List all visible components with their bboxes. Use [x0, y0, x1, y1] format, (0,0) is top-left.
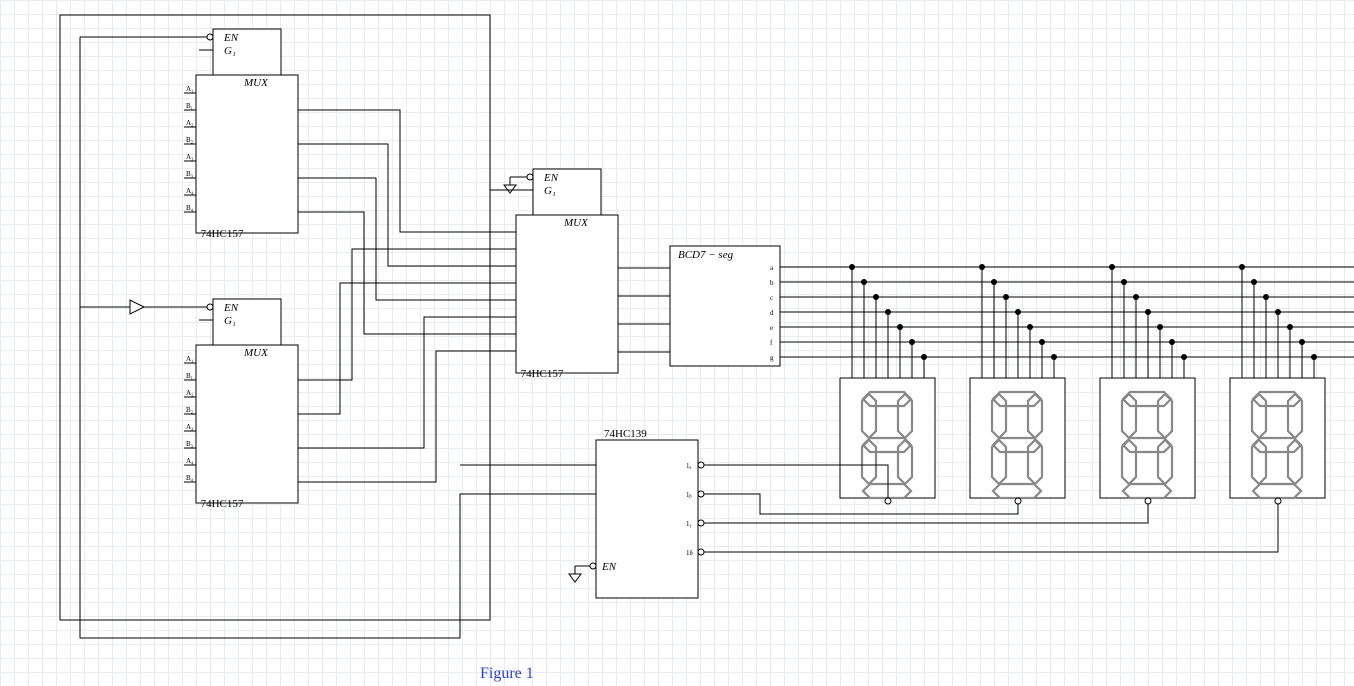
g1-label: G₁: [224, 45, 236, 57]
svg-text:g: g: [770, 354, 774, 362]
en-label: EN: [601, 561, 617, 573]
wires-mux-to-mux: [298, 110, 516, 482]
svg-text:1ᵧ: 1ᵧ: [686, 520, 692, 528]
mux-label: MUX: [563, 217, 589, 229]
part-label: 74HC139: [604, 428, 647, 440]
displays: [840, 378, 1325, 504]
mux1-pins: A₁ B₁ A₂ B₂ A₃ B₃ A₄ B₄: [184, 85, 196, 212]
svg-text:B₁: B₁: [186, 372, 193, 380]
display-2: [970, 378, 1065, 504]
buffer-icon: [130, 300, 144, 314]
figure-caption: Figure 1: [480, 665, 534, 682]
svg-text:B₄: B₄: [186, 474, 194, 482]
outer-nets: [60, 15, 584, 638]
svg-text:B₄: B₄: [186, 204, 194, 212]
g1-label: G₁: [544, 185, 556, 197]
en-label: EN: [223, 32, 239, 44]
svg-text:c: c: [770, 294, 773, 302]
g1-label: G₁: [224, 315, 236, 327]
ground-icon: [504, 185, 516, 193]
wires-mux3-bcd: [618, 268, 670, 352]
svg-text:A₂: A₂: [186, 389, 194, 397]
svg-text:A₄: A₄: [186, 187, 194, 195]
svg-text:A₄: A₄: [186, 457, 194, 465]
svg-text:B₂: B₂: [186, 136, 194, 144]
svg-text:B₂: B₂: [186, 406, 194, 414]
svg-text:A₃: A₃: [186, 153, 194, 161]
svg-text:B₁: B₁: [186, 102, 193, 110]
part-label: 74HC157: [521, 368, 564, 380]
svg-text:1δ: 1δ: [686, 549, 694, 557]
part-label: 74HC157: [201, 498, 244, 510]
svg-text:A₂: A₂: [186, 119, 194, 127]
schematic: MUX 74HC157 EN G₁ A₁ B₁ A₂ B₂ A₃ B₃ A₄ B…: [0, 0, 1354, 686]
svg-text:B₃: B₃: [186, 170, 194, 178]
svg-text:A₁: A₁: [186, 355, 194, 363]
svg-text:A₁: A₁: [186, 85, 194, 93]
svg-text:A₃: A₃: [186, 423, 194, 431]
mux2-pins: A₁ B₁ A₂ B₂ A₃ B₃ A₄ B₄: [184, 355, 196, 482]
mux-label: MUX: [243, 77, 269, 89]
en-label: EN: [543, 172, 559, 184]
decoder-139: 74HC139 1ₐ 1ᵦ 1ᵧ 1δ EN: [569, 428, 704, 598]
svg-text:1ᵦ: 1ᵦ: [686, 491, 692, 499]
bus-taps: [849, 264, 1317, 378]
display-4: [1230, 378, 1325, 504]
svg-text:d: d: [770, 309, 774, 317]
part-label: 74HC157: [201, 228, 244, 240]
bcd-label: BCD7 − seg: [678, 249, 734, 261]
bcd7seg: BCD7 − seg a b c d e f g: [658, 246, 780, 366]
svg-text:B₃: B₃: [186, 440, 194, 448]
en-label: EN: [223, 302, 239, 314]
display-3: [1100, 378, 1195, 504]
mux-bottom-left: MUX 74HC157 EN G₁ A₁ B₁ A₂ B₂ A₃ B₃ A₄ B…: [80, 299, 298, 510]
mux-center: MUX 74HC157 EN G₁: [490, 169, 618, 380]
mux-top-left: MUX 74HC157 EN G₁ A₁ B₁ A₂ B₂ A₃ B₃ A₄ B…: [80, 29, 298, 240]
mux-label: MUX: [243, 347, 269, 359]
svg-text:b: b: [770, 279, 774, 287]
svg-text:e: e: [770, 324, 773, 332]
ground-icon: [569, 574, 581, 582]
svg-text:1ₐ: 1ₐ: [686, 462, 692, 470]
